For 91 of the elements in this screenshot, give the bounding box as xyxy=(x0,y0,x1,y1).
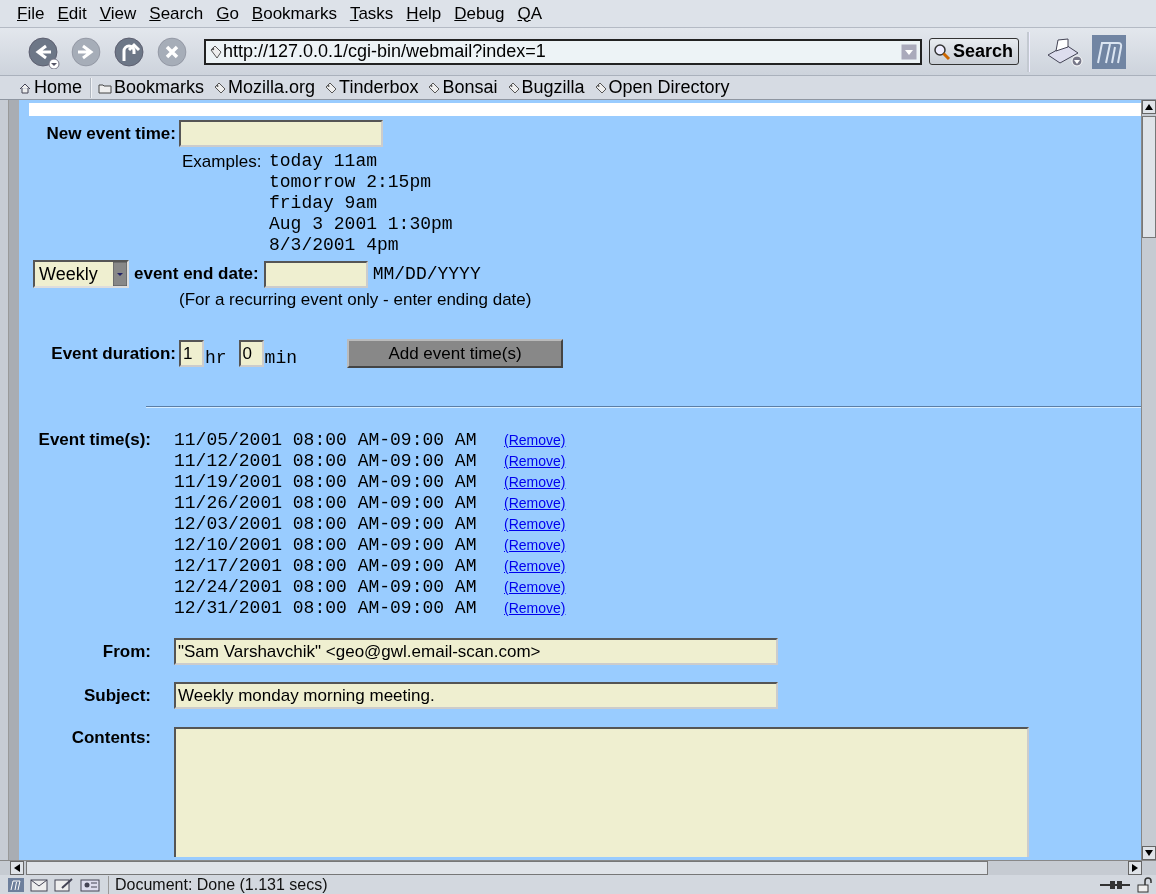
event-time: 12/10/2001 08:00 AM-09:00 AM xyxy=(174,535,478,556)
bookmark-item[interactable]: Open Directory xyxy=(592,77,730,98)
lock-icon xyxy=(1136,877,1152,893)
remove-link[interactable]: (Remove) xyxy=(504,577,1141,598)
left-arrow-icon xyxy=(14,864,20,872)
event-time: 12/03/2001 08:00 AM-09:00 AM xyxy=(174,514,478,535)
bookmark-item[interactable]: Bookmarks xyxy=(98,77,205,98)
menu-item[interactable]: QA xyxy=(510,3,548,24)
bookmark-item[interactable]: Bonsai xyxy=(426,77,498,98)
field-label: From: xyxy=(102,641,151,661)
event-time: 11/05/2001 08:00 AM-09:00 AM xyxy=(174,430,478,451)
event-time: 12/31/2001 08:00 AM-09:00 AM xyxy=(174,598,478,619)
menu-item[interactable]: Bookmarks xyxy=(244,3,343,24)
field-label: Contents: xyxy=(71,728,151,747)
remove-link[interactable]: (Remove) xyxy=(504,493,1141,514)
field-label: Event time(s): xyxy=(38,430,151,449)
event-time: 11/12/2001 08:00 AM-09:00 AM xyxy=(174,451,478,472)
vertical-scrollbar[interactable] xyxy=(1141,100,1156,860)
field-label: Event duration: xyxy=(51,343,176,363)
mail-icon[interactable] xyxy=(30,878,48,892)
scrollbar-thumb[interactable] xyxy=(26,861,988,875)
status-text: Document: Done (1.131 secs) xyxy=(108,876,328,894)
url-field[interactable]: http://127.0.0.1/cgi-bin/webmail?index=1 xyxy=(204,38,922,65)
search-button[interactable]: Search xyxy=(929,38,1020,65)
remove-link[interactable]: (Remove) xyxy=(504,514,1141,535)
recurrence-dropdown[interactable]: Weekly xyxy=(33,260,129,288)
horizontal-scrollbar[interactable] xyxy=(0,860,1156,875)
menu-item[interactable]: File xyxy=(10,3,51,24)
bookmark-tag-icon xyxy=(212,80,227,95)
dropdown-arrow-icon xyxy=(113,262,127,286)
connection-icon xyxy=(1100,880,1130,890)
remove-link[interactable]: (Remove) xyxy=(504,598,1141,619)
event-time: 11/26/2001 08:00 AM-09:00 AM xyxy=(174,493,478,514)
menu-item[interactable]: View xyxy=(92,3,143,24)
input-field[interactable]: "Sam Varshavchik" <geo@gwl.email-scan.com> xyxy=(174,638,778,665)
menu-item[interactable]: Tasks xyxy=(342,3,400,24)
compose-icon[interactable] xyxy=(54,878,74,892)
bookmark-item[interactable]: Home xyxy=(18,77,82,98)
input-field[interactable] xyxy=(179,120,383,147)
menu-item[interactable]: Go xyxy=(209,3,245,24)
forward-icon xyxy=(69,34,103,69)
right-arrow-icon xyxy=(1132,864,1138,872)
logo-icon[interactable] xyxy=(8,878,24,892)
examples-label: Examples: xyxy=(182,151,263,173)
logo-icon xyxy=(1092,34,1127,69)
menu-item[interactable]: Edit xyxy=(50,3,93,24)
remove-link[interactable]: (Remove) xyxy=(504,472,1141,493)
remove-link[interactable]: (Remove) xyxy=(504,451,1141,472)
bookmark-tag-icon xyxy=(323,80,338,95)
stop-icon xyxy=(155,34,189,69)
bookmark-tag-icon xyxy=(426,80,441,95)
format-hint: MM/DD/YYYY xyxy=(372,263,481,285)
unit-label: hr xyxy=(205,348,227,368)
unit-label: min xyxy=(264,348,297,368)
bookmark-tag-icon xyxy=(208,43,222,60)
field-label: event end date: xyxy=(134,264,259,284)
address-book-icon[interactable] xyxy=(80,878,100,892)
example-text: tomorrow 2:15pm xyxy=(269,172,433,193)
bookmark-item[interactable]: Tinderbox xyxy=(323,77,419,98)
example-text: 8/3/2001 4pm xyxy=(269,235,400,256)
bookmark-item[interactable]: Bugzilla xyxy=(505,77,585,98)
search-icon xyxy=(933,42,951,61)
remove-link[interactable]: (Remove) xyxy=(504,430,1141,451)
scrollbar-thumb[interactable] xyxy=(1142,116,1156,238)
input-field[interactable] xyxy=(263,260,368,288)
input-field[interactable]: 0 xyxy=(238,340,264,367)
add-button[interactable]: Add event time(s) xyxy=(347,339,563,368)
menu-item[interactable]: Help xyxy=(399,3,448,24)
menu-item[interactable]: Search xyxy=(142,3,210,24)
menu-item[interactable]: Debug xyxy=(447,3,511,24)
field-label: New event time: xyxy=(46,123,176,143)
back-button[interactable] xyxy=(26,34,60,69)
example-text: today 11am xyxy=(269,151,379,172)
event-time: 12/17/2001 08:00 AM-09:00 AM xyxy=(174,556,478,577)
up-arrow-icon xyxy=(1145,104,1153,110)
remove-link[interactable]: (Remove) xyxy=(504,535,1141,556)
back-icon xyxy=(26,34,60,69)
input-field[interactable]: 1 xyxy=(179,340,204,367)
example-text: friday 9am xyxy=(269,193,379,214)
input-field[interactable]: Weekly monday morning meeting. xyxy=(174,682,778,709)
down-arrow-icon xyxy=(1145,850,1153,856)
reload-button[interactable] xyxy=(112,34,146,69)
dropdown-icon xyxy=(901,43,917,60)
reload-icon xyxy=(112,34,146,69)
event-time: 12/24/2001 08:00 AM-09:00 AM xyxy=(174,577,478,598)
hint-text: (For a recurring event only - enter ending date) xyxy=(179,290,533,310)
field-label: Subject: xyxy=(83,685,151,705)
example-text: Aug 3 2001 1:30pm xyxy=(269,214,453,235)
remove-link[interactable]: (Remove) xyxy=(504,556,1141,577)
event-time: 11/19/2001 08:00 AM-09:00 AM xyxy=(174,472,478,493)
bookmark-item[interactable]: Mozilla.org xyxy=(212,77,316,98)
